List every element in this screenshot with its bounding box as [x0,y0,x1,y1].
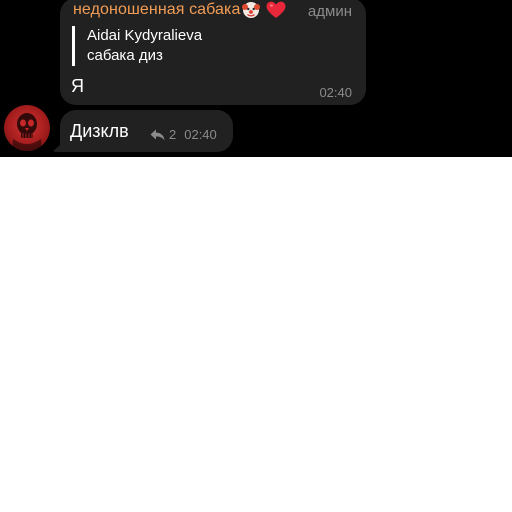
reply-text: сабака диз [87,47,163,64]
reply-quote[interactable]: Aidai Kydyralieva сабака диз [72,26,202,66]
sender-name[interactable]: недоношенная сабака [73,1,241,19]
red-heart-icon [266,1,286,18]
skull-avatar-icon[interactable] [4,105,50,151]
clown-face-icon [241,2,260,18]
sender-row: недоношенная сабака [73,1,286,19]
message-time: 02:40 [184,127,217,142]
chat-area: недоношенная сабака админ Aidai Kydyrali… [0,0,512,157]
message-bubble[interactable]: недоношенная сабака админ Aidai Kydyrali… [60,0,366,105]
reply-author: Aidai Kydyralieva [87,27,203,44]
message-bubble[interactable]: Дизклв 2 02:40 [60,110,233,152]
message-text: Дизклв [70,121,129,141]
reply-arrow-icon [150,129,165,140]
message-time: 02:40 [319,85,352,100]
message-meta[interactable]: 2 02:40 [150,127,217,142]
message-text: Я [71,76,84,96]
reply-count: 2 [169,127,177,142]
admin-badge: админ [307,3,352,20]
